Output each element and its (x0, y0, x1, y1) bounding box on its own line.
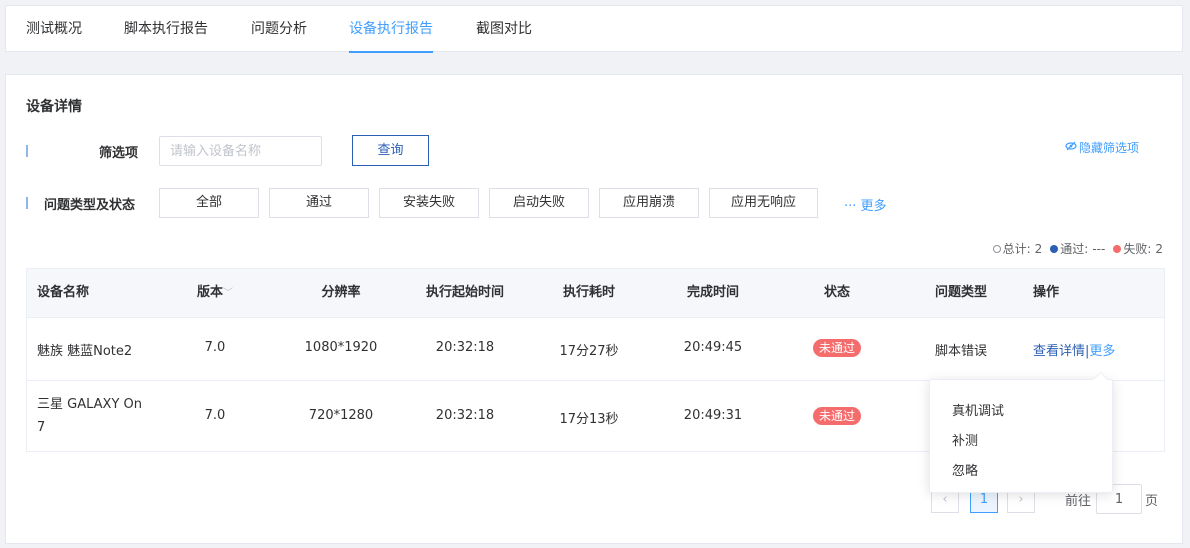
total-count: 2 (1034, 241, 1043, 256)
more-actions-dropdown: 真机调试 补测 忽略 (929, 379, 1113, 493)
sort-chevron-icon: ﹀ (223, 288, 234, 299)
more-filters-link[interactable]: ··· 更多 (844, 195, 887, 214)
header-duration: 执行耗时 (562, 285, 616, 300)
menu-item-retest[interactable]: 补测 (952, 430, 978, 449)
menu-item-ignore[interactable]: 忽略 (952, 460, 978, 479)
header-device: 设备名称 (37, 285, 90, 300)
start-time: 20:32:18 (435, 340, 495, 355)
device-resolution: 720*1280 (308, 408, 374, 423)
chip-app-anr[interactable]: 应用无响应 (709, 188, 818, 218)
fail-count: 2 (1155, 241, 1163, 256)
device-resolution: 1080*1920 (304, 340, 378, 355)
device-name-input[interactable] (159, 136, 322, 166)
chip-app-crash[interactable]: 应用崩溃 (599, 188, 699, 218)
duration: 17分27秒 (559, 344, 619, 359)
header-action: 操作 (1033, 285, 1060, 300)
total-label: 总计: (1002, 242, 1031, 256)
device-name: 三星 GALAXY On 7 (37, 393, 142, 439)
hide-filter-link[interactable]: 隐藏筛选项 (1065, 139, 1139, 156)
chip-install-fail[interactable]: 安装失败 (379, 188, 479, 218)
problem-bar-marker (26, 197, 28, 209)
tab-bar: 测试概况 脚本执行报告 问题分析 设备执行报告 截图对比 (5, 5, 1183, 53)
fail-dot-icon (1113, 244, 1122, 253)
header-issue: 问题类型 (934, 285, 988, 300)
chip-pass[interactable]: 通过 (269, 188, 369, 218)
menu-item-device-debug[interactable]: 真机调试 (952, 400, 1004, 419)
table-header: 设备名称 版本﹀ 分辨率 执行起始时间 执行耗时 完成时间 状态 问题类型 操作 (27, 269, 1164, 318)
header-end: 完成时间 (686, 285, 740, 300)
pass-dot-icon (1050, 244, 1059, 253)
end-time: 20:49:31 (683, 408, 743, 423)
duration: 17分13秒 (559, 412, 619, 427)
pass-label: 通过: (1060, 242, 1089, 256)
filter-label: 筛选项 (98, 146, 138, 161)
device-version: 7.0 (204, 340, 226, 355)
eye-off-icon (1065, 140, 1077, 155)
section-title: 设备详情 (26, 99, 82, 115)
result-summary: 总计: 2 通过: --- 失败: 2 (985, 240, 1163, 257)
table-row: 魅族 魅蓝Note2 7.0 1080*1920 20:32:18 17分27秒… (27, 317, 1164, 381)
more-actions-link[interactable]: 更多 (1089, 344, 1115, 359)
status-badge-label: 未通过 (812, 339, 862, 357)
hide-filter-label: 隐藏筛选项 (1079, 141, 1140, 155)
header-version-label: 版本 (197, 285, 224, 300)
query-button[interactable]: 查询 (352, 135, 429, 166)
status-badge: 未通过 (812, 339, 862, 357)
device-name-line2: 7 (37, 420, 46, 435)
tab-issue-analysis[interactable]: 问题分析 (251, 6, 307, 52)
header-status: 状态 (823, 285, 851, 300)
header-start: 执行起始时间 (425, 285, 505, 300)
device-version: 7.0 (204, 408, 226, 423)
device-name-line1: 三星 GALAXY On (37, 397, 142, 412)
end-time: 20:49:45 (683, 340, 743, 355)
status-badge: 未通过 (812, 407, 862, 425)
view-detail-link[interactable]: 查看详情 (1033, 344, 1085, 359)
issue-type: 脚本错误 (934, 344, 988, 359)
start-time: 20:32:18 (435, 408, 495, 423)
fail-label: 失败: (1123, 242, 1152, 256)
filter-bar-marker (26, 145, 28, 157)
row-actions: 查看详情|更多 (1033, 340, 1115, 359)
header-version[interactable]: 版本﹀ (197, 269, 233, 318)
tab-script-report[interactable]: 脚本执行报告 (124, 6, 208, 52)
tab-screenshot-compare[interactable]: 截图对比 (476, 6, 532, 52)
tab-device-report[interactable]: 设备执行报告 (349, 6, 433, 53)
problem-filter-label: 问题类型及状态 (44, 198, 136, 213)
status-badge-label: 未通过 (812, 407, 862, 425)
header-resolution: 分辨率 (321, 285, 361, 300)
tab-test-overview[interactable]: 测试概况 (26, 6, 82, 52)
chip-launch-fail[interactable]: 启动失败 (489, 188, 589, 218)
pass-count: --- (1092, 241, 1106, 256)
device-name: 魅族 魅蓝Note2 (37, 344, 133, 359)
total-dot-icon (992, 244, 1001, 253)
chip-all[interactable]: 全部 (159, 188, 259, 218)
page-suffix: 页 (1145, 494, 1159, 509)
